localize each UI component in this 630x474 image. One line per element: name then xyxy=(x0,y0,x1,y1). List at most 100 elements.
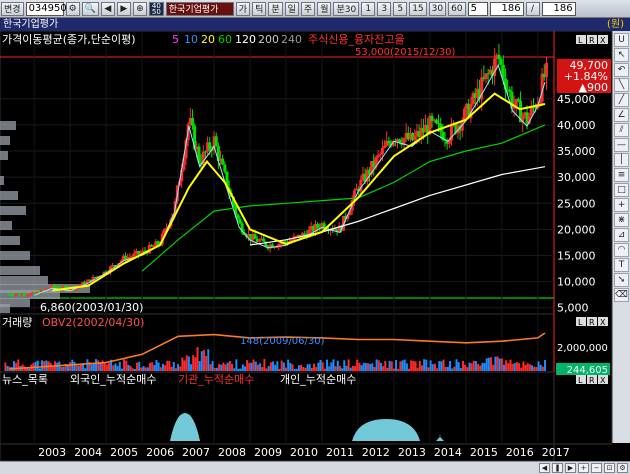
search-icon[interactable]: 🔍 xyxy=(81,1,99,16)
settings-icon[interactable]: ⚙ xyxy=(617,463,628,473)
volume-profile-bar xyxy=(0,266,40,275)
volume-bar xyxy=(354,366,357,371)
company-name-field[interactable]: 한국기업평가 xyxy=(165,1,234,16)
undo-icon[interactable]: ↶ xyxy=(614,63,629,77)
volume-panel-buttons[interactable]: L R X xyxy=(576,317,608,327)
date-tick-label: 2005 xyxy=(110,446,138,459)
volume-profile-bar xyxy=(0,191,18,200)
cursor-icon[interactable]: ↖ xyxy=(614,48,629,62)
price-panel[interactable] xyxy=(0,31,555,315)
scroll-left-icon[interactable]: ◀ xyxy=(539,463,550,473)
volume-bar xyxy=(459,368,462,371)
eraser-icon[interactable]: ⌫ xyxy=(614,288,629,302)
link-icon[interactable]: ⊕ xyxy=(132,1,147,16)
volume-bar xyxy=(461,360,464,371)
zoom-out-icon[interactable]: − xyxy=(591,463,602,473)
volume-bar xyxy=(494,356,497,371)
flow-panel-buttons[interactable]: L R X xyxy=(576,375,608,385)
scroll-right-icon[interactable]: ▶ xyxy=(565,463,576,473)
volume-bar xyxy=(446,366,449,371)
volume-bar xyxy=(412,360,415,371)
volume-bar xyxy=(492,364,495,371)
volume-bar xyxy=(166,360,169,371)
trendline-icon[interactable]: ╲ xyxy=(614,78,629,92)
zoom-in-icon[interactable]: + xyxy=(578,463,589,473)
volume-bar xyxy=(522,361,525,371)
count-left-input[interactable]: 186 xyxy=(489,1,524,16)
type-button-ga[interactable]: 가 xyxy=(235,1,251,16)
volume-bar xyxy=(125,360,128,371)
volume-bar xyxy=(401,360,404,371)
type-button-min[interactable]: 분 xyxy=(268,1,283,16)
volume-bar xyxy=(440,361,443,371)
fan-icon[interactable]: ⊿ xyxy=(614,228,629,242)
candle-body xyxy=(508,89,512,92)
channel-icon[interactable]: ⫽ xyxy=(614,123,629,137)
type-button-tick[interactable]: 틱 xyxy=(252,1,267,16)
volume-bar xyxy=(138,361,141,371)
angle-line-icon[interactable]: ∠ xyxy=(614,108,629,122)
current-price-box: 49,700 +1.84% ▲900 xyxy=(557,59,611,93)
candle-body xyxy=(132,253,136,257)
ma-legend-prefix: 가격이동평균(종가,단순이평) xyxy=(2,33,136,46)
candle-body xyxy=(279,243,283,245)
volume-bar xyxy=(56,362,59,371)
stock-chart[interactable]: 45,000 40,000 35,000 30,000 25,000 20,000 15,0… xyxy=(0,31,612,461)
interval-button-60[interactable]: 60 xyxy=(448,1,466,16)
volume-bar xyxy=(300,364,303,371)
stock-code-input[interactable]: 034950 xyxy=(25,1,67,16)
volume-bar xyxy=(531,365,534,371)
volume-bar xyxy=(349,367,352,371)
period-40-50-button[interactable]: 40 50 xyxy=(148,1,164,16)
panel-toggle-icon[interactable]: U xyxy=(614,33,629,47)
svg-text:L: L xyxy=(578,36,583,45)
candle-body xyxy=(130,256,134,258)
volume-bar xyxy=(416,368,419,371)
interval-button-5[interactable]: 5 xyxy=(393,1,408,16)
arrow-icon[interactable]: ➘ xyxy=(614,273,629,287)
fit-icon[interactable]: ⊡ xyxy=(604,463,615,473)
interval-button-15[interactable]: 15 xyxy=(409,1,427,16)
type-button-week[interactable]: 주 xyxy=(300,1,316,16)
volume-bar xyxy=(211,361,214,371)
volume-bar xyxy=(291,364,294,371)
type-button-min30[interactable]: 분30 xyxy=(333,1,360,16)
menu-button[interactable]: 변경 xyxy=(1,1,24,16)
next-icon[interactable]: ▶ xyxy=(116,1,131,16)
interval-button-3[interactable]: 3 xyxy=(377,1,392,16)
ray-icon[interactable]: ╱ xyxy=(614,93,629,107)
volume-bar xyxy=(36,360,39,371)
prev-icon[interactable]: ◀ xyxy=(100,1,115,16)
volume-bar xyxy=(433,363,436,371)
candle-body xyxy=(9,294,13,296)
volume-bar xyxy=(449,361,452,371)
gann-icon[interactable]: ⋇ xyxy=(614,213,629,227)
volume-bar xyxy=(149,363,152,371)
rectangle-icon[interactable]: □ xyxy=(614,183,629,197)
cross-icon[interactable]: + xyxy=(614,198,629,212)
interval-button-1[interactable]: 1 xyxy=(361,1,376,16)
fibonacci-icon[interactable]: ≡ xyxy=(614,168,629,182)
horizontal-line-icon[interactable]: — xyxy=(614,138,629,152)
type-button-month[interactable]: 월 xyxy=(317,1,332,16)
text-icon[interactable]: T xyxy=(614,258,629,272)
interval-button-30[interactable]: 30 xyxy=(428,1,447,16)
low-price-label: 6,860(2003/01/30) xyxy=(40,301,143,314)
vertical-line-icon[interactable]: │ xyxy=(614,153,629,167)
volume-bar xyxy=(481,362,484,371)
volume-bar xyxy=(256,364,259,371)
gear-icon[interactable]: ⚙ xyxy=(65,1,80,16)
volume-bar xyxy=(269,362,272,371)
volume-bar xyxy=(511,363,514,371)
count-right-input[interactable]: 186 xyxy=(541,1,576,16)
arc-icon[interactable]: ◠ xyxy=(614,243,629,257)
volume-bar xyxy=(498,358,501,371)
volume-bar xyxy=(164,365,167,371)
volume-bar xyxy=(533,366,536,371)
pause-icon[interactable]: ❚ xyxy=(552,463,563,473)
volume-bar xyxy=(120,368,123,371)
type-button-day[interactable]: 일 xyxy=(284,1,299,16)
interval-value-input[interactable]: 5 xyxy=(467,1,488,16)
price-panel-buttons[interactable]: L R X xyxy=(576,35,608,45)
volume-bar xyxy=(382,366,385,371)
